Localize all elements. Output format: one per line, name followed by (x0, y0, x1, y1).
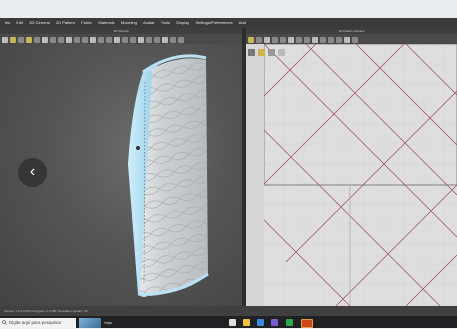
2d-toolbar-icons (248, 35, 358, 44)
menu-item-edit[interactable]: Edit (16, 20, 23, 25)
line-icon[interactable] (320, 36, 326, 43)
notch-icon[interactable] (336, 36, 342, 43)
select-icon[interactable] (2, 36, 8, 43)
avatar-icon[interactable] (146, 36, 152, 43)
record-icon[interactable] (170, 36, 176, 43)
layer-tool-icon[interactable] (268, 49, 275, 56)
measure-icon[interactable] (58, 36, 64, 43)
2d-pattern-canvas (246, 44, 457, 306)
2d-toolbar: 2D Pattern Window (246, 28, 457, 44)
menu-item-file[interactable]: les (5, 20, 10, 25)
curve-icon[interactable] (280, 36, 286, 43)
brush-icon[interactable] (66, 36, 72, 43)
mail-icon[interactable] (257, 319, 264, 326)
texture-edit-icon[interactable] (312, 36, 318, 43)
tack-icon[interactable] (50, 36, 56, 43)
clo-app-icon[interactable] (301, 319, 313, 328)
menu-item-display[interactable]: Display (176, 20, 189, 25)
3d-toolbar-icons (2, 35, 184, 44)
menu-item-avatar[interactable]: Avatar (143, 20, 155, 25)
pin-icon[interactable] (34, 36, 40, 43)
menu-item-fabric[interactable]: Fabric (81, 20, 92, 25)
internal-line-icon[interactable] (328, 36, 334, 43)
hide-icon[interactable] (162, 36, 168, 43)
status-bar: Version: 7.0.0.24413 Polygons: 2.4 MB / … (0, 306, 457, 316)
menu-item-tools[interactable]: Tools (161, 20, 170, 25)
snapshot-icon[interactable] (178, 36, 184, 43)
app-purple-icon[interactable] (271, 319, 278, 326)
menu-item-materials[interactable]: Materials (98, 20, 114, 25)
menu-bar: les Edit 3D General 2D Pattern Fabric Ma… (0, 18, 457, 28)
taskbar-search-input[interactable]: Digite aqui para pesquisar (0, 318, 76, 328)
news-thumbnail[interactable] (79, 318, 101, 328)
news-text[interactable]: Veja (104, 317, 112, 329)
edit-point-icon[interactable] (256, 36, 262, 43)
sewing-icon[interactable] (296, 36, 302, 43)
3d-window-title: 3D Window (0, 28, 242, 34)
edit-icon[interactable] (122, 36, 128, 43)
seam-icon[interactable] (106, 36, 112, 43)
file-explorer-icon[interactable] (243, 319, 250, 326)
status-text: Version: 7.0.0.24413 Polygons: 2.4 MB / … (4, 309, 88, 313)
2d-window-title: 2D Pattern Window (246, 28, 457, 34)
button-marker (136, 146, 140, 150)
menu-item-settings[interactable]: Settings/Preferences (195, 20, 232, 25)
menu-item-add[interactable]: Add (239, 20, 246, 25)
texture-icon[interactable] (74, 36, 80, 43)
menu-item-2d-pattern[interactable]: 2D Pattern (56, 20, 75, 25)
previous-arrow-button[interactable]: ‹ (18, 158, 47, 187)
view-icon[interactable] (138, 36, 144, 43)
graphic-icon[interactable] (82, 36, 88, 43)
2d-left-toolbar (246, 44, 264, 306)
polygon-icon[interactable] (272, 36, 278, 43)
zipper-icon[interactable] (98, 36, 104, 43)
3d-toolbar: 3D Window (0, 28, 242, 44)
browser-top-band (0, 0, 457, 18)
arrow-tool-icon[interactable] (248, 49, 255, 56)
transform-icon[interactable] (248, 36, 254, 43)
simulate-icon[interactable] (154, 36, 160, 43)
2d-quick-tools (248, 49, 285, 56)
folder-tool-icon[interactable] (258, 49, 265, 56)
topstitch-icon[interactable] (114, 36, 120, 43)
menu-item-3d-general[interactable]: 3D General (29, 20, 49, 25)
move-icon[interactable] (10, 36, 16, 43)
camera-icon[interactable] (130, 36, 136, 43)
dart-icon[interactable] (288, 36, 294, 43)
layout-icon[interactable] (352, 36, 358, 43)
rectangle-icon[interactable] (264, 36, 270, 43)
rotate-icon[interactable] (18, 36, 24, 43)
search-icon (2, 320, 7, 325)
menu-item-modeling[interactable]: Modeling (121, 20, 137, 25)
fold-arrange-icon[interactable] (304, 36, 310, 43)
grid-icon[interactable] (344, 36, 350, 43)
chrome-icon[interactable] (229, 319, 236, 326)
button-icon[interactable] (90, 36, 96, 43)
fold-icon[interactable] (42, 36, 48, 43)
folder-icon[interactable] (26, 36, 32, 43)
app-green-icon[interactable] (286, 319, 293, 326)
view-tool-icon[interactable] (278, 49, 285, 56)
2d-pattern-window[interactable] (246, 44, 457, 306)
